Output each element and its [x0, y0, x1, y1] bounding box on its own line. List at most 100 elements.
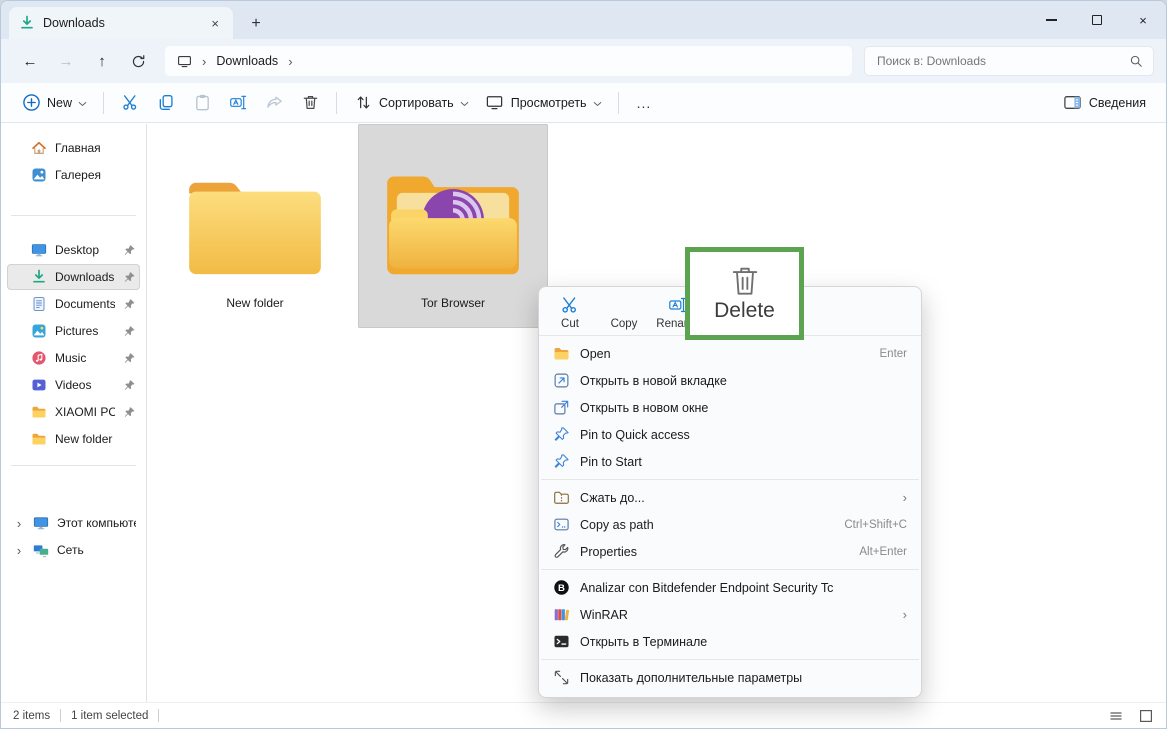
paste-icon: [192, 93, 212, 113]
sidebar-item-xiaomi-poco-f[interactable]: XIAOMI POCO F: [7, 399, 140, 425]
menu-shortcut: Ctrl+Shift+C: [844, 519, 907, 531]
navigation-bar: ← → ↑ › Downloads ›: [1, 39, 1166, 83]
sidebar-item-галерея[interactable]: Галерея: [7, 162, 140, 188]
menu-separator: [541, 569, 919, 570]
forward-button: →: [49, 46, 83, 76]
breadcrumb[interactable]: › Downloads ›: [165, 46, 852, 76]
expand-chevron-icon[interactable]: ›: [13, 543, 25, 558]
menu-shortcut: Alt+Enter: [859, 546, 907, 558]
expand-chevron-icon[interactable]: ›: [13, 516, 25, 531]
menu-item-открыть-в-новой-вкладке[interactable]: Открыть в новой вкладке: [543, 367, 917, 394]
maximize-button[interactable]: [1074, 1, 1120, 39]
sidebar-item-documents[interactable]: Documents: [7, 291, 140, 317]
sort-arrows-icon: [353, 93, 373, 113]
menu-item-icon: [553, 345, 570, 362]
sidebar-item-videos[interactable]: Videos: [7, 372, 140, 398]
new-tab-button[interactable]: +: [241, 9, 271, 39]
sidebar-item-new-folder[interactable]: New folder: [7, 426, 140, 452]
file-tile-tor-browser[interactable]: Tor Browser: [358, 124, 548, 328]
rename-icon: [228, 93, 248, 113]
sort-button[interactable]: Сортировать: [345, 88, 477, 118]
menu-item-icon: [553, 426, 570, 443]
menu-item-открыть-в-терминале[interactable]: Открыть в Терминале: [543, 628, 917, 655]
sidebar-item-icon: [31, 140, 47, 156]
trash-icon: [730, 264, 760, 298]
menu-item-icon: [553, 372, 570, 389]
toolbar-divider: [618, 92, 619, 114]
paste-button: [184, 88, 220, 118]
up-button[interactable]: ↑: [85, 46, 119, 76]
sidebar-item-сеть[interactable]: › Сеть: [7, 537, 140, 563]
details-pane-button[interactable]: Сведения: [1055, 88, 1154, 118]
copy-button[interactable]: [148, 88, 184, 118]
file-name: Tor Browser: [421, 296, 485, 310]
toolbar-divider: [103, 92, 104, 114]
file-tile-new-folder[interactable]: New folder: [160, 124, 350, 328]
pin-icon: [123, 271, 136, 284]
submenu-chevron-icon: ›: [903, 607, 907, 622]
trash-icon: [300, 93, 320, 113]
search-input[interactable]: [875, 53, 1121, 69]
refresh-button[interactable]: [121, 46, 155, 76]
menu-item-properties[interactable]: Properties Alt+Enter: [543, 538, 917, 565]
window-controls: ×: [1028, 1, 1166, 39]
cut-button[interactable]: [112, 88, 148, 118]
tab-downloads[interactable]: Downloads ×: [9, 7, 233, 39]
menu-item-pin-to-start[interactable]: Pin to Start: [543, 448, 917, 475]
menu-item-показать-дополнительные-параметр[interactable]: Показать дополнительные параметры: [543, 664, 917, 691]
breadcrumb-chevron-icon[interactable]: ›: [288, 54, 292, 69]
menu-item-сжать-до[interactable]: Сжать до... ›: [543, 484, 917, 511]
menu-item-icon: [553, 543, 570, 560]
minimize-button[interactable]: [1028, 1, 1074, 39]
list-view-icon[interactable]: [1108, 708, 1124, 724]
menu-item-copy-as-path[interactable]: Copy as path Ctrl+Shift+C: [543, 511, 917, 538]
sidebar-item-music[interactable]: Music: [7, 345, 140, 371]
menu-item-winrar[interactable]: WinRAR ›: [543, 601, 917, 628]
view-button[interactable]: Просмотреть: [477, 88, 610, 118]
menu-item-analizar-con-bitdefender-endpoin[interactable]: B Analizar con Bitdefender Endpoint Secu…: [543, 574, 917, 601]
breadcrumb-location[interactable]: Downloads: [216, 54, 278, 68]
menu-item-icon: [553, 633, 570, 650]
sidebar-item-icon: [31, 350, 47, 366]
quick-action-icon: [560, 295, 580, 315]
sidebar-item-icon: [33, 542, 49, 558]
sidebar-item-главная[interactable]: Главная: [7, 135, 140, 161]
rename-button[interactable]: [220, 88, 256, 118]
sidebar-item-icon: [31, 404, 47, 420]
minimize-icon: [1046, 19, 1057, 20]
sidebar-divider: [11, 465, 136, 466]
sidebar-item-pictures[interactable]: Pictures: [7, 318, 140, 344]
new-button[interactable]: New: [13, 88, 95, 118]
toolbar-divider: [336, 92, 337, 114]
copy-icon: [156, 93, 176, 113]
sidebar-item-downloads[interactable]: Downloads: [7, 264, 140, 290]
file-explorer-window: Downloads × + × ← → ↑ › Downloads ›: [0, 0, 1167, 729]
menu-item-открыть-в-новом-окне[interactable]: Открыть в новом окне: [543, 394, 917, 421]
this-pc-icon[interactable]: [177, 54, 192, 69]
command-bar: New Сортировать Просмотреть ... Сведения: [1, 83, 1166, 123]
close-button[interactable]: ×: [1120, 1, 1166, 39]
delete-button[interactable]: [292, 88, 328, 118]
tab-close-icon[interactable]: ×: [207, 16, 223, 31]
grid-view-icon[interactable]: [1138, 708, 1154, 724]
tab-bar: Downloads × + ×: [1, 1, 1166, 39]
quick-action-cut[interactable]: Cut: [549, 295, 591, 330]
status-divider: [60, 709, 61, 722]
context-menu-items: Open Enter Открыть в новой вкладке Откры…: [539, 336, 921, 695]
back-button[interactable]: ←: [13, 46, 47, 76]
sidebar: Главная Галерея Desktop Downloads: [1, 124, 147, 702]
context-menu: Cut Copy Rename Open Enter Открыть в нов…: [538, 286, 922, 698]
sidebar-item-desktop[interactable]: Desktop: [7, 237, 140, 263]
menu-item-open[interactable]: Open Enter: [543, 340, 917, 367]
menu-item-icon: [553, 669, 570, 686]
menu-separator: [541, 659, 919, 660]
quick-action-copy[interactable]: Copy: [603, 295, 645, 330]
sidebar-item-этот-компьютер[interactable]: › Этот компьютер: [7, 510, 140, 536]
sidebar-item-icon: [33, 515, 49, 531]
view-toggles: [1108, 708, 1154, 724]
menu-item-pin-to-quick-access[interactable]: Pin to Quick access: [543, 421, 917, 448]
more-commands-button[interactable]: ...: [627, 95, 662, 111]
menu-shortcut: Enter: [880, 348, 908, 360]
search-box[interactable]: [864, 46, 1154, 76]
pin-icon: [123, 379, 136, 392]
